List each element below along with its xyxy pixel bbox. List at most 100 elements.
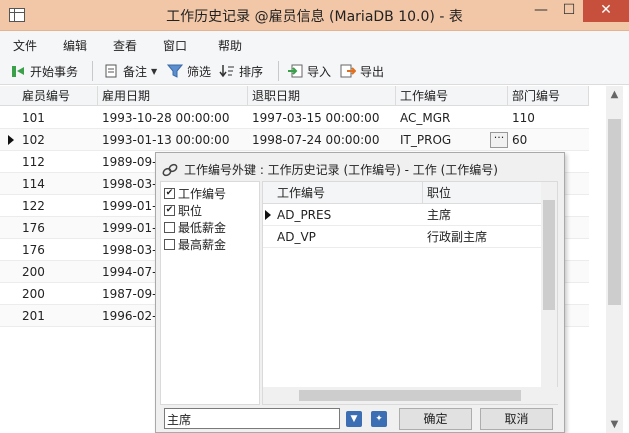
cell[interactable]: 1998-03- (98, 173, 158, 195)
cancel-button[interactable]: 取消 (480, 408, 553, 430)
cell[interactable]: 102 (18, 129, 98, 151)
export-button[interactable]: 导出 (340, 61, 384, 81)
filter-button[interactable]: 筛选 (166, 61, 212, 81)
title-bar: 工作历史记录 @雇员信息 (MariaDB 10.0) - 表 — ☐ ✕ (0, 0, 629, 31)
cell[interactable]: 201 (18, 305, 98, 327)
filter-input[interactable]: 主席 (164, 408, 340, 429)
column-header[interactable]: 职位 (423, 182, 543, 204)
grid-header: 雇员编号 雇用日期 退职日期 工作编号 部门编号 (0, 86, 589, 106)
column-header[interactable]: 部门编号 (508, 86, 589, 106)
checkbox[interactable] (164, 222, 175, 233)
vertical-scrollbar[interactable] (541, 182, 557, 388)
cell[interactable]: 1996-02- (98, 305, 158, 327)
menu-help[interactable]: 帮助 (218, 37, 242, 54)
sort-button[interactable]: 排序 (219, 61, 263, 81)
pin-icon[interactable]: ✦ (371, 411, 387, 427)
menu-edit[interactable]: 编辑 (63, 37, 87, 54)
table-row[interactable]: 101 1993-10-28 00:00:00 1997-03-15 00:00… (0, 107, 589, 129)
column-toggle[interactable]: 最低薪金 (164, 219, 226, 236)
import-icon (287, 63, 303, 79)
reference-grid-header: 工作编号 职位 (263, 182, 543, 204)
cell[interactable]: 60 (508, 129, 589, 151)
cell[interactable]: 101 (18, 107, 98, 129)
cell[interactable]: 1987-09- (98, 283, 158, 305)
cell[interactable]: 110 (508, 107, 589, 129)
cell[interactable]: 200 (18, 283, 98, 305)
column-header[interactable]: 退职日期 (248, 86, 396, 106)
scroll-thumb[interactable] (608, 119, 621, 305)
column-toggle[interactable]: ✔ 职位 (164, 202, 202, 219)
cell[interactable]: AD_PRES (273, 204, 423, 226)
transaction-icon (10, 63, 26, 79)
table-row[interactable]: AD_VP 行政副主席 (263, 226, 543, 248)
note-icon (103, 63, 119, 79)
filter-icon (166, 63, 184, 79)
cell[interactable]: 114 (18, 173, 98, 195)
cell[interactable]: 1997-03-15 00:00:00 (248, 107, 396, 129)
row-marker (0, 107, 18, 129)
link-icon (162, 163, 178, 176)
cell[interactable]: 176 (18, 239, 98, 261)
menu-file[interactable]: 文件 (13, 37, 37, 54)
import-button[interactable]: 导入 (287, 61, 331, 81)
scroll-up-icon[interactable]: ▲ (606, 86, 623, 103)
sort-icon (219, 63, 235, 79)
popup-title: 工作编号外键 : 工作历史记录 (工作编号) - 工作 (工作编号) (162, 161, 498, 178)
current-row-arrow-icon (0, 129, 18, 151)
toolbar-divider (92, 61, 93, 81)
toolbar: 开始事务 备注 ▼ 筛选 排序 导入 导出 (0, 57, 629, 85)
cell[interactable]: 1998-07-24 00:00:00 (248, 129, 396, 151)
minimize-button[interactable]: — (527, 0, 555, 22)
note-button[interactable]: 备注 ▼ (103, 61, 157, 81)
column-toggle-label: 最低薪金 (178, 221, 227, 235)
checkbox[interactable]: ✔ (164, 205, 175, 216)
cell[interactable]: AC_MGR (396, 107, 508, 129)
table-row[interactable]: 102 1993-01-13 00:00:00 1998-07-24 00:00… (0, 129, 589, 151)
chevron-down-icon: ▼ (151, 66, 158, 76)
column-header[interactable]: 雇用日期 (98, 86, 248, 106)
maximize-button[interactable]: ☐ (555, 0, 583, 22)
export-label: 导出 (360, 64, 385, 79)
cell[interactable]: 176 (18, 217, 98, 239)
cell[interactable]: 1993-10-28 00:00:00 (98, 107, 248, 129)
cell[interactable]: 1999-01- (98, 195, 158, 217)
cell[interactable]: 1994-07- (98, 261, 158, 283)
reference-grid[interactable]: 工作编号 职位 AD_PRES 主席 AD_VP 行政副主席 (262, 181, 559, 405)
checkbox[interactable]: ✔ (164, 188, 175, 199)
menu-view[interactable]: 查看 (113, 37, 137, 54)
vertical-scrollbar[interactable]: ▲ ▼ (606, 86, 623, 433)
column-checklist: ✔ 工作编号 ✔ 职位 最低薪金 最高薪金 (160, 181, 260, 405)
checkbox[interactable] (164, 239, 175, 250)
note-label: 备注 (123, 64, 148, 79)
cell[interactable]: 1998-03- (98, 239, 158, 261)
table-row[interactable]: AD_PRES 主席 (263, 204, 543, 226)
close-button[interactable]: ✕ (583, 0, 629, 22)
toolbar-divider (278, 61, 279, 81)
horizontal-scrollbar[interactable] (263, 387, 559, 404)
scroll-down-icon[interactable]: ▼ (606, 416, 623, 433)
cell[interactable]: 1993-01-13 00:00:00 (98, 129, 248, 151)
menu-window[interactable]: 窗口 (163, 37, 187, 54)
column-header[interactable]: 雇员编号 (18, 86, 98, 106)
ok-button[interactable]: 确定 (399, 408, 472, 430)
cell[interactable]: 1989-09- (98, 151, 158, 173)
filter-toggle-icon[interactable]: ▼ (346, 411, 362, 427)
scroll-thumb[interactable] (299, 390, 521, 401)
column-header[interactable]: 工作编号 (273, 182, 423, 204)
foreign-key-lookup-button[interactable]: ··· (490, 132, 508, 148)
cell[interactable]: 200 (18, 261, 98, 283)
filter-label: 筛选 (187, 64, 212, 79)
cell[interactable]: 122 (18, 195, 98, 217)
cell[interactable]: 1999-01- (98, 217, 158, 239)
column-header[interactable]: 工作编号 (396, 86, 508, 106)
cell[interactable]: 行政副主席 (423, 226, 543, 248)
cell[interactable]: IT_PROG (396, 129, 486, 151)
cell[interactable]: AD_VP (273, 226, 423, 248)
column-toggle[interactable]: ✔ 工作编号 (164, 185, 226, 202)
import-label: 导入 (307, 64, 332, 79)
column-toggle[interactable]: 最高薪金 (164, 236, 226, 253)
begin-transaction-button[interactable]: 开始事务 (10, 61, 78, 81)
cell[interactable]: 112 (18, 151, 98, 173)
cell[interactable]: 主席 (423, 204, 543, 226)
scroll-thumb[interactable] (543, 200, 555, 310)
